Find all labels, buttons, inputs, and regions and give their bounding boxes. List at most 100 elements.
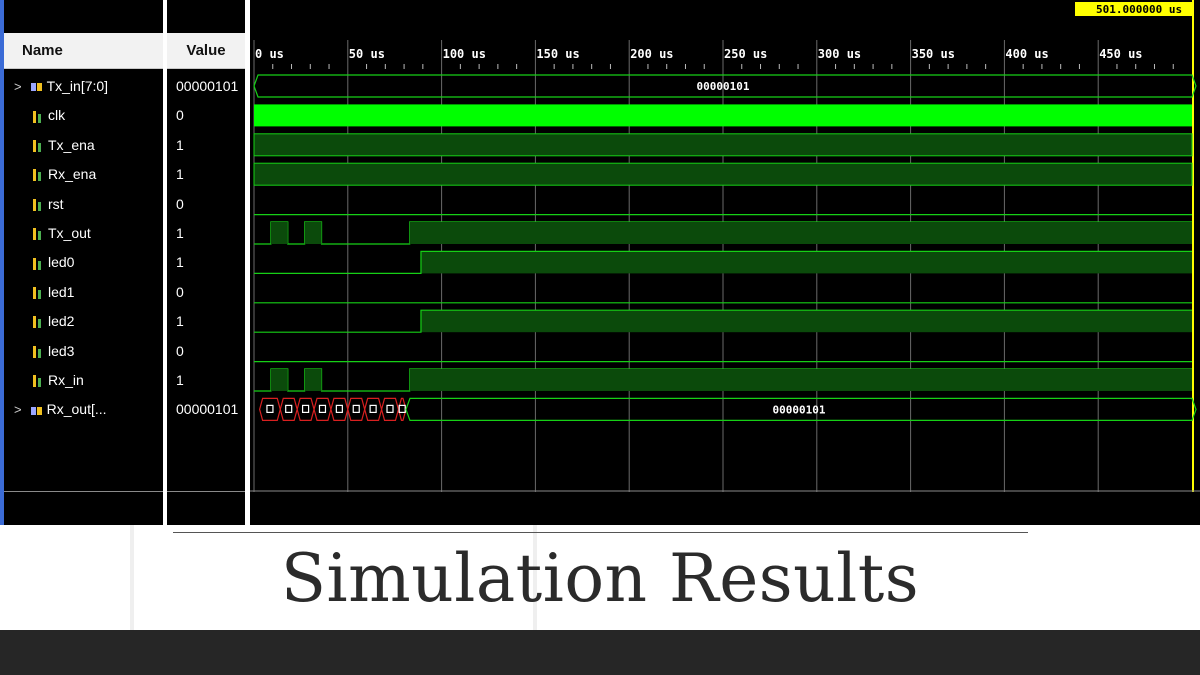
signal-name: led0 — [48, 254, 75, 271]
bus-transition-segment — [279, 397, 298, 421]
signal-icon — [33, 316, 41, 329]
signal-value: 1 — [176, 372, 184, 388]
signal-row-2[interactable]: Tx_ena — [14, 135, 95, 155]
bus-unknown-marker — [386, 404, 394, 413]
time-label: 100 us — [443, 47, 486, 61]
signal-row-8[interactable]: led2 — [14, 311, 74, 331]
signal-row-9[interactable]: led3 — [14, 341, 74, 361]
signal-name: led2 — [48, 313, 75, 330]
signal-icon — [33, 287, 41, 300]
high-trace — [253, 162, 1193, 186]
time-label: 200 us — [630, 47, 673, 61]
signal-value: 0 — [176, 107, 184, 124]
expand-chevron-icon[interactable]: > — [14, 402, 22, 417]
signal-row-6[interactable]: led0 — [14, 252, 74, 272]
signal-value: 00000101 — [176, 401, 239, 418]
time-label: 300 us — [818, 47, 861, 61]
cursor-time-label: 501.000000 us — [1096, 3, 1182, 16]
title-rule — [173, 532, 1028, 533]
signal-value: 1 — [176, 166, 184, 183]
step-fill — [420, 251, 1192, 274]
bus-signal-icon — [30, 406, 42, 415]
bus-signal-icon — [30, 83, 42, 92]
signal-name: Tx_out — [48, 225, 91, 241]
time-label: 150 us — [536, 47, 579, 61]
bus-transition-segment — [330, 397, 349, 421]
signal-name: Rx_out[... — [46, 401, 107, 418]
signal-name: Rx_in — [48, 372, 84, 388]
time-label: 250 us — [724, 47, 767, 61]
pulse-fill — [304, 222, 322, 244]
clock-trace — [254, 104, 1192, 127]
pulse-fill — [409, 222, 1192, 244]
pulse-fill — [270, 369, 288, 391]
step-fill — [420, 310, 1192, 333]
signal-name: Tx_ena — [48, 136, 95, 153]
signal-row-10[interactable]: Rx_in — [14, 370, 84, 390]
pulse-fill — [409, 369, 1192, 391]
bus-transition-segment — [380, 397, 400, 421]
signal-row-11[interactable]: > Rx_out[... — [14, 399, 107, 420]
pulse-fill — [270, 222, 288, 244]
bus-value-label: 00000101 — [697, 80, 750, 93]
signal-value: 1 — [176, 254, 184, 271]
bus-unknown-marker — [335, 404, 343, 413]
bus-transition-segment — [364, 397, 383, 421]
time-label: 350 us — [912, 47, 955, 61]
high-trace — [253, 133, 1193, 157]
bus-transition-segment — [313, 397, 332, 421]
signal-icon — [33, 198, 41, 211]
signal-value: 00000101 — [176, 78, 239, 94]
value-header-label: Value — [186, 42, 226, 59]
value-panel-divider — [167, 491, 245, 492]
signal-value: 0 — [176, 342, 184, 359]
signal-icon — [33, 169, 41, 182]
signal-value: 0 — [176, 283, 184, 300]
signal-icon — [33, 228, 41, 241]
name-column-header[interactable]: Name — [4, 33, 163, 69]
signal-value: 1 — [176, 313, 184, 330]
signal-icon — [33, 140, 41, 153]
bus-transition-segment — [296, 397, 315, 421]
time-label: 0 us — [255, 47, 284, 61]
slide-title: Simulation Results — [280, 540, 920, 617]
signal-row-4[interactable]: rst — [14, 194, 64, 214]
signal-name: Rx_ena — [48, 166, 97, 183]
bus-unknown-marker — [301, 404, 310, 413]
value-column-header[interactable]: Value — [167, 33, 245, 69]
pulse-fill — [304, 369, 322, 391]
expand-chevron-icon[interactable]: > — [14, 79, 22, 94]
signal-row-5[interactable]: Tx_out — [14, 223, 91, 243]
signal-row-3[interactable]: Rx_ena — [14, 164, 96, 184]
signal-name: led3 — [48, 342, 75, 359]
time-label: 50 us — [349, 47, 385, 61]
signal-name: rst — [48, 195, 64, 212]
bus-unknown-marker — [352, 404, 360, 413]
signal-row-7[interactable]: led1 — [14, 282, 74, 302]
signal-row-1[interactable]: clk — [14, 105, 65, 125]
signal-icon — [33, 345, 41, 358]
signal-name: led1 — [48, 283, 75, 300]
name-panel-divider — [4, 491, 163, 492]
bus-unknown-marker — [285, 404, 293, 413]
signal-value: 1 — [176, 136, 184, 153]
signal-value: 0 — [176, 195, 184, 212]
signal-icon — [33, 375, 41, 388]
bus-transition-segment — [347, 397, 366, 421]
bus-unknown-marker — [318, 404, 327, 413]
bus-unknown-marker — [398, 404, 406, 413]
signal-name: Tx_in[7:0] — [46, 78, 109, 94]
bus-transition-segment — [259, 397, 281, 421]
name-header-label: Name — [22, 42, 63, 59]
bus-value-label: 00000101 — [772, 403, 825, 416]
signal-row-0[interactable]: > Tx_in[7:0] — [14, 76, 108, 97]
slide-footer-bar — [0, 630, 1200, 675]
bus-unknown-marker — [266, 404, 274, 413]
time-label: 450 us — [1099, 47, 1142, 61]
signal-icon — [33, 110, 41, 123]
waveform-canvas[interactable]: 0 us 50 us 100 us 150 us 200 us 250 us 300 us 3… — [250, 0, 1200, 525]
bus-unknown-marker — [369, 404, 377, 413]
signal-value: 1 — [176, 225, 184, 241]
simulator-window: Name Value > Tx_in[7:0] 00000101 clk 0 Tx_ena… — [0, 0, 1200, 525]
time-label: 400 us — [1005, 47, 1048, 61]
